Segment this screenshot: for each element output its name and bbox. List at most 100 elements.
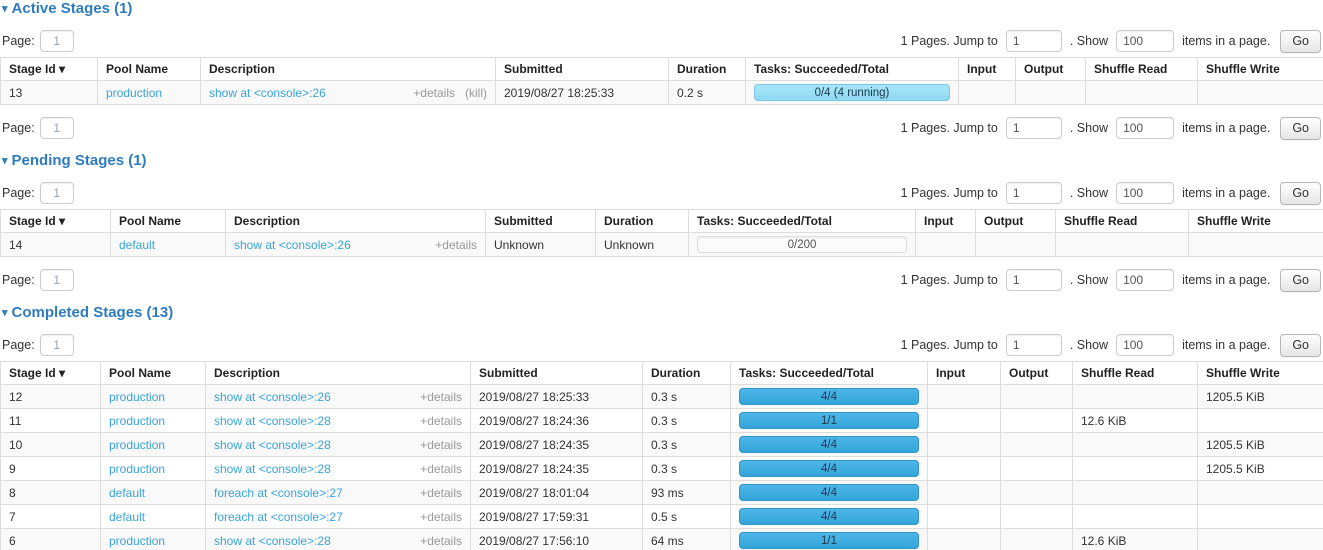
- description-actions: +details: [420, 413, 462, 429]
- page-number-input[interactable]: [40, 117, 74, 139]
- pool-name-link[interactable]: production: [109, 438, 165, 452]
- pool-name-link[interactable]: default: [119, 238, 155, 252]
- cell-output: [1001, 529, 1073, 550]
- description-link[interactable]: show at <console>:26: [209, 85, 326, 101]
- details-toggle[interactable]: +details: [420, 437, 462, 453]
- description-actions: +details: [420, 389, 462, 405]
- cell-shuffle-write: 1205.5 KiB: [1198, 385, 1323, 409]
- go-button[interactable]: Go: [1280, 334, 1321, 357]
- cell-submitted: Unknown: [486, 233, 596, 257]
- cell-duration: Unknown: [596, 233, 689, 257]
- details-toggle[interactable]: +details: [420, 509, 462, 525]
- description-link[interactable]: show at <console>:26: [234, 237, 351, 253]
- cell-submitted: 2019/08/27 18:24:35: [471, 457, 643, 481]
- jump-to-input[interactable]: [1006, 117, 1062, 139]
- column-header-input: Input: [916, 210, 976, 233]
- pool-name-link[interactable]: default: [109, 486, 145, 500]
- details-toggle[interactable]: +details: [435, 237, 477, 253]
- cell-shuffle-write: [1198, 481, 1323, 505]
- show-count-input[interactable]: [1116, 117, 1174, 139]
- cell-description: foreach at <console>:27 +details: [206, 505, 471, 529]
- page-number-input[interactable]: [40, 269, 74, 291]
- show-count-input[interactable]: [1116, 182, 1174, 204]
- pool-name-link[interactable]: production: [109, 390, 165, 404]
- description-link[interactable]: show at <console>:26: [214, 389, 331, 405]
- cell-duration: 0.2 s: [669, 81, 746, 105]
- column-header-pool-name: Pool Name: [111, 210, 226, 233]
- show-count-input[interactable]: [1116, 30, 1174, 52]
- details-toggle[interactable]: +details: [420, 461, 462, 477]
- cell-submitted: 2019/08/27 17:56:10: [471, 529, 643, 550]
- column-header-stage-id[interactable]: Stage Id ▾: [1, 362, 101, 385]
- page-number-input[interactable]: [40, 334, 74, 356]
- show-label: . Show: [1070, 121, 1108, 135]
- cell-tasks: 0/200: [689, 233, 916, 257]
- details-toggle[interactable]: +details: [420, 413, 462, 429]
- stage-row: 12productionshow at <console>:26+details…: [1, 385, 1323, 409]
- completed-stages-heading[interactable]: ▾Completed Stages (13): [2, 305, 1323, 322]
- column-header-input: Input: [928, 362, 1001, 385]
- details-toggle[interactable]: +details: [420, 533, 462, 549]
- pagebar-right: 1 Pages. Jump to. Showitems in a page.Go: [901, 269, 1321, 292]
- cell-duration: 0.3 s: [643, 409, 731, 433]
- jump-to-input[interactable]: [1006, 269, 1062, 291]
- cell-shuffle-write: [1198, 529, 1323, 550]
- items-per-page-label: items in a page.: [1182, 186, 1270, 200]
- cell-output: [1016, 81, 1086, 105]
- cell-shuffle-read: [1073, 385, 1198, 409]
- show-count-input[interactable]: [1116, 334, 1174, 356]
- cell-description: show at <console>:28 +details: [206, 433, 471, 457]
- pool-name-link[interactable]: production: [106, 86, 162, 100]
- go-button[interactable]: Go: [1280, 117, 1321, 140]
- pool-name-link[interactable]: production: [109, 462, 165, 476]
- go-button[interactable]: Go: [1280, 182, 1321, 205]
- stage-row: 11productionshow at <console>:28+details…: [1, 409, 1323, 433]
- items-per-page-label: items in a page.: [1182, 273, 1270, 287]
- details-toggle[interactable]: +details: [420, 389, 462, 405]
- kill-link[interactable]: (kill): [465, 85, 487, 101]
- pagebar-left: Page:: [2, 269, 74, 291]
- jump-to-input[interactable]: [1006, 334, 1062, 356]
- description-wrap: foreach at <console>:27 +details: [214, 485, 462, 501]
- column-header-shuffle-write: Shuffle Write: [1198, 362, 1323, 385]
- show-label: . Show: [1070, 34, 1108, 48]
- pool-name-link[interactable]: default: [109, 510, 145, 524]
- jump-to-input[interactable]: [1006, 182, 1062, 204]
- cell-output: [1001, 457, 1073, 481]
- pending-stages-heading[interactable]: ▾Pending Stages (1): [2, 153, 1323, 170]
- cell-shuffle-read: [1086, 81, 1198, 105]
- jump-to-input[interactable]: [1006, 30, 1062, 52]
- cell-stage-id: 6: [1, 529, 101, 550]
- cell-pool-name: production: [101, 433, 206, 457]
- cell-description: foreach at <console>:27 +details: [206, 481, 471, 505]
- cell-submitted: 2019/08/27 18:01:04: [471, 481, 643, 505]
- go-button[interactable]: Go: [1280, 269, 1321, 292]
- cell-shuffle-write: 1205.5 KiB: [1198, 457, 1323, 481]
- tasks-progress-bar: 1/1: [739, 532, 919, 549]
- show-count-input[interactable]: [1116, 269, 1174, 291]
- description-link[interactable]: show at <console>:28: [214, 437, 331, 453]
- page-number-input[interactable]: [40, 182, 74, 204]
- details-toggle[interactable]: +details: [420, 485, 462, 501]
- description-link[interactable]: show at <console>:28: [214, 461, 331, 477]
- column-header-stage-id[interactable]: Stage Id ▾: [1, 58, 98, 81]
- description-link[interactable]: foreach at <console>:27: [214, 509, 343, 525]
- description-link[interactable]: show at <console>:28: [214, 413, 331, 429]
- pages-jump-label: 1 Pages. Jump to: [901, 34, 998, 48]
- active-stages-heading[interactable]: ▾Active Stages (1): [2, 1, 1323, 18]
- column-header-stage-id[interactable]: Stage Id ▾: [1, 210, 111, 233]
- pagebar-right: 1 Pages. Jump to. Showitems in a page.Go: [901, 182, 1321, 205]
- pool-name-link[interactable]: production: [109, 534, 165, 548]
- page-number-input[interactable]: [40, 30, 74, 52]
- column-header-description: Description: [206, 362, 471, 385]
- tasks-progress-bar: 4/4: [739, 388, 919, 405]
- description-link[interactable]: show at <console>:28: [214, 533, 331, 549]
- description-link[interactable]: foreach at <console>:27: [214, 485, 343, 501]
- description-wrap: show at <console>:28 +details: [214, 533, 462, 549]
- details-toggle[interactable]: +details: [413, 85, 455, 101]
- go-button[interactable]: Go: [1280, 30, 1321, 53]
- description-wrap: show at <console>:28 +details: [214, 413, 462, 429]
- section-pending-stages: ▾Pending Stages (1) Page:1 Pages. Jump t…: [0, 153, 1323, 291]
- pool-name-link[interactable]: production: [109, 414, 165, 428]
- tasks-progress-bar: 4/4: [739, 508, 919, 525]
